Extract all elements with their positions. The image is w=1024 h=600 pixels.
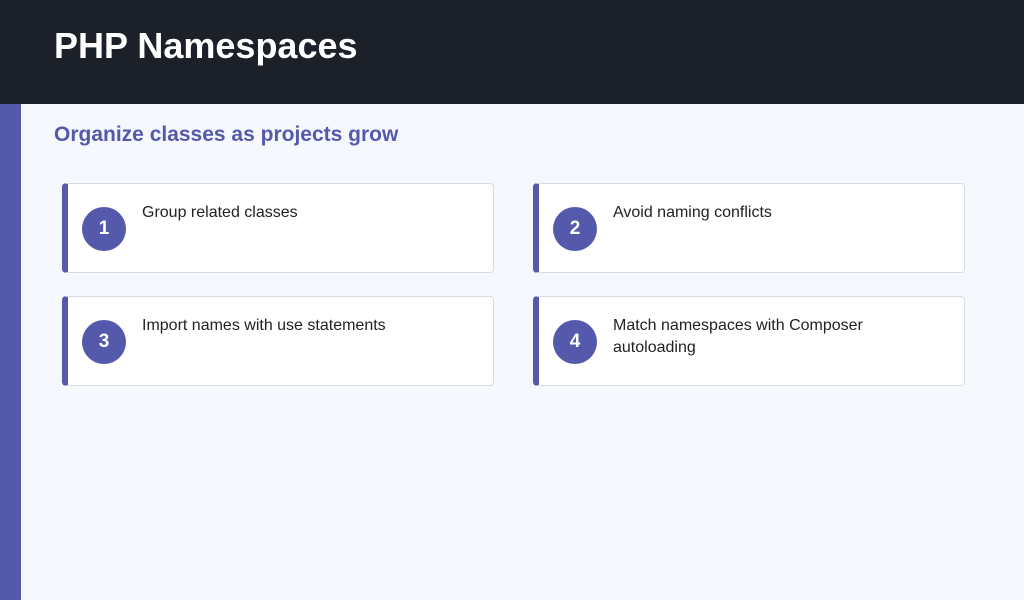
point-text: Match namespaces with Composer autoloadi… <box>613 317 863 356</box>
point-card-3: 3 Import names with use statements <box>62 296 494 386</box>
slide-subtitle: Organize classes as projects grow <box>54 123 399 146</box>
point-text: Avoid naming conflicts <box>613 204 772 221</box>
point-card-4: 4 Match namespaces with Composer autoloa… <box>533 296 965 386</box>
number-badge: 2 <box>553 207 597 251</box>
point-card-2: 2 Avoid naming conflicts <box>533 183 965 273</box>
point-card-1: 1 Group related classes <box>62 183 494 273</box>
header-bar: PHP Namespaces <box>0 0 1024 104</box>
number-badge: 1 <box>82 207 126 251</box>
number-badge: 4 <box>553 320 597 364</box>
point-text: Import names with use statements <box>142 317 386 334</box>
slide: PHP Namespaces Organize classes as proje… <box>0 0 1024 600</box>
left-accent-bar <box>0 104 21 600</box>
point-text: Group related classes <box>142 204 298 221</box>
page-title: PHP Namespaces <box>54 25 358 66</box>
number-badge: 3 <box>82 320 126 364</box>
